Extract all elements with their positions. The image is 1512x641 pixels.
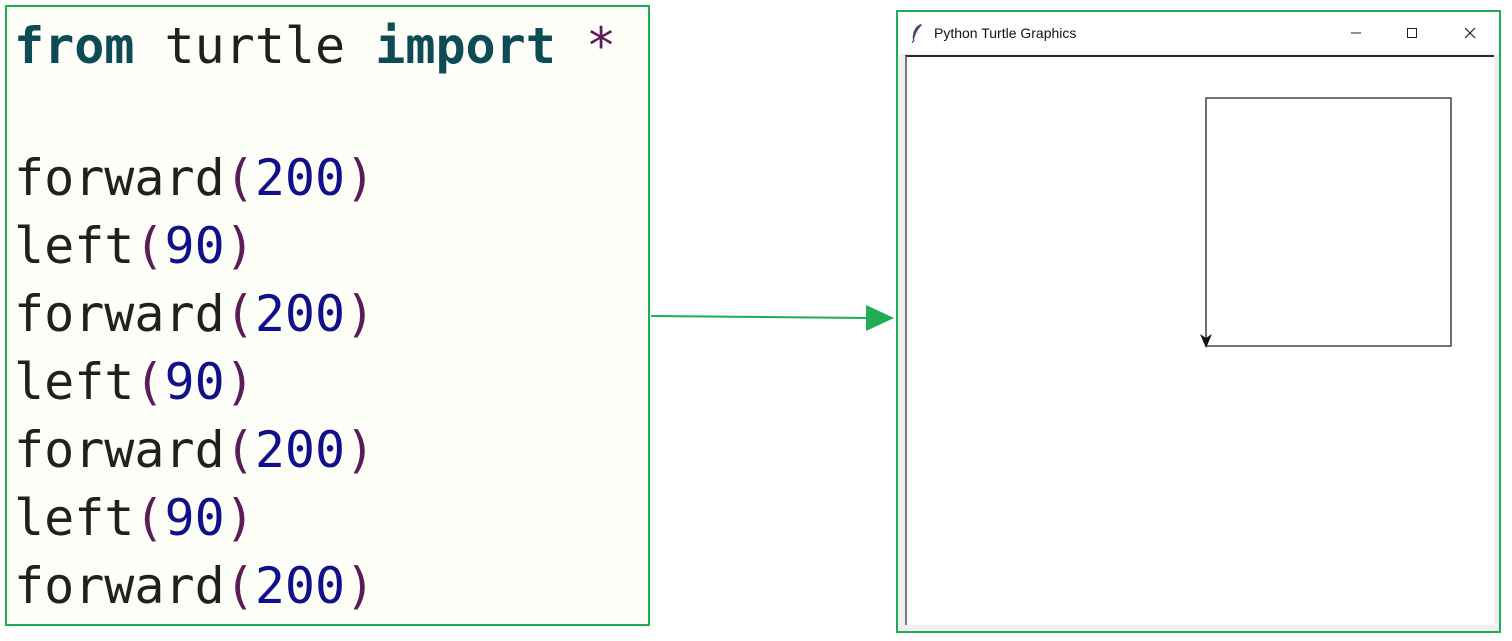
title-bar[interactable]: Python Turtle Graphics bbox=[898, 12, 1499, 54]
maximize-button[interactable] bbox=[1389, 12, 1435, 54]
turtle-drawing bbox=[1200, 97, 1452, 348]
minimize-button[interactable] bbox=[1333, 12, 1379, 54]
feather-icon bbox=[910, 23, 924, 47]
square-path bbox=[1205, 97, 1452, 347]
connector-arrowhead bbox=[866, 305, 894, 331]
turtle-canvas[interactable] bbox=[905, 55, 1494, 625]
connector-line bbox=[650, 315, 869, 319]
maximize-icon bbox=[1407, 28, 1417, 38]
turtle-window: Python Turtle Graphics bbox=[896, 10, 1501, 633]
window-title: Python Turtle Graphics bbox=[934, 25, 1077, 41]
minimize-icon bbox=[1351, 32, 1361, 34]
close-button[interactable] bbox=[1447, 12, 1493, 54]
close-icon bbox=[1464, 27, 1476, 39]
